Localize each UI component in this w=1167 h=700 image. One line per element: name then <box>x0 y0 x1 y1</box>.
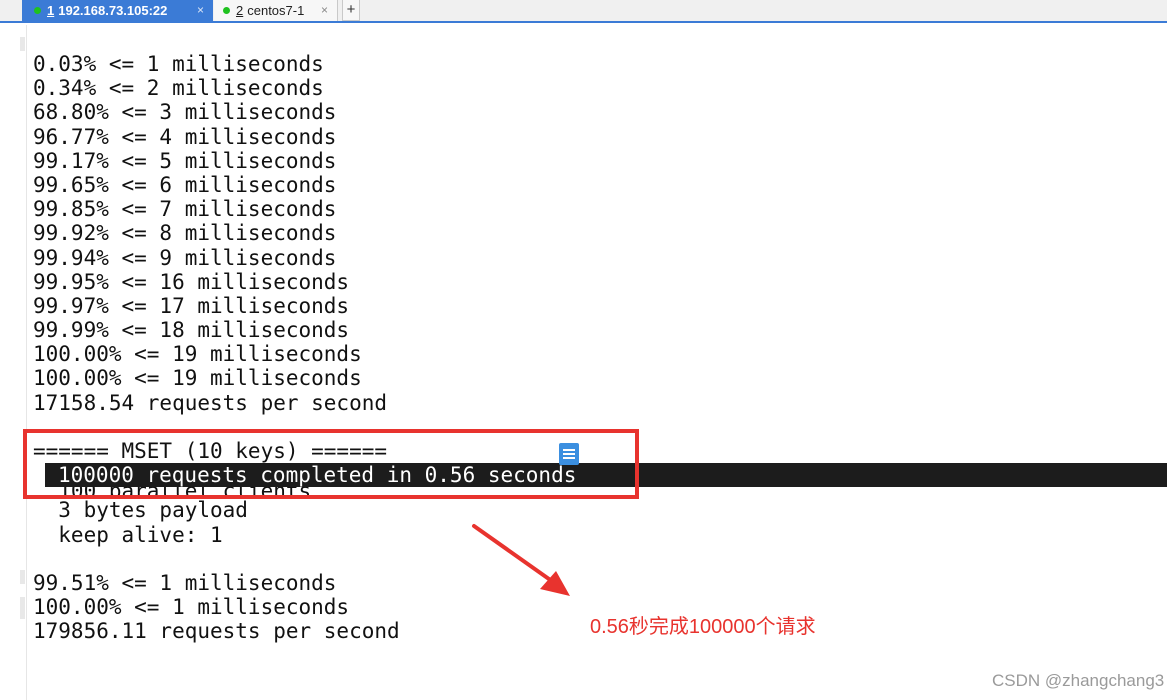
terminal-line: 0.34% <= 2 milliseconds <box>33 76 324 101</box>
terminal-line: 99.17% <= 5 milliseconds <box>33 148 337 173</box>
terminal-line: 100.00% <= 19 milliseconds <box>33 366 362 391</box>
connected-status-icon <box>223 7 230 14</box>
terminal-line: 99.99% <= 18 milliseconds <box>33 318 350 343</box>
gutter-marker <box>20 570 25 584</box>
tab-session-2[interactable]: 2 centos7-1 × <box>214 0 338 21</box>
annotation-arrow-icon <box>472 524 570 596</box>
annotation-text: 0.56秒完成100000个请求 <box>590 616 816 638</box>
terminal-line: 3 bytes payload <box>33 498 248 523</box>
tab-number: 2 <box>236 3 244 18</box>
terminal-line: 99.95% <= 16 milliseconds <box>33 269 350 294</box>
tab-session-1[interactable]: 1 192.168.73.105:22 × <box>22 0 213 21</box>
tab-title: centos7-1 <box>247 3 305 18</box>
gutter-marker <box>20 597 25 619</box>
terminal-line: 99.65% <= 6 milliseconds <box>33 172 337 197</box>
terminal-line: 99.85% <= 7 milliseconds <box>33 197 337 222</box>
left-gutter <box>0 25 27 700</box>
highlight-annotation-box <box>23 429 639 499</box>
terminal-line: 99.97% <= 17 milliseconds <box>33 293 350 318</box>
close-tab-icon[interactable]: × <box>197 3 204 17</box>
terminal-line: 100.00% <= 19 milliseconds <box>33 342 362 367</box>
terminal-line: 99.94% <= 9 milliseconds <box>33 245 337 270</box>
terminal-line: 17158.54 requests per second <box>33 390 388 415</box>
terminal-line: 99.51% <= 1 milliseconds <box>33 570 337 595</box>
watermark-text: CSDN @zhangchang3 <box>992 671 1165 690</box>
note-document-icon[interactable] <box>559 443 579 465</box>
tab-bar: 1 192.168.73.105:22 × 2 centos7-1 × + <box>0 0 1167 23</box>
close-tab-icon[interactable]: × <box>321 3 328 17</box>
terminal-line: 99.92% <= 8 milliseconds <box>33 221 337 246</box>
terminal-line: keep alive: 1 <box>33 522 223 547</box>
tab-number: 1 <box>47 3 55 18</box>
tab-title: 192.168.73.105:22 <box>58 3 168 18</box>
terminal-line: 0.03% <= 1 milliseconds <box>33 52 324 76</box>
terminal-line: 68.80% <= 3 milliseconds <box>33 100 337 125</box>
gutter-marker <box>20 37 25 51</box>
terminal-line: 96.77% <= 4 milliseconds <box>33 124 337 149</box>
terminal-output[interactable]: 0.03% <= 1 milliseconds 0.34% <= 2 millis… <box>33 52 1167 644</box>
new-tab-button[interactable]: + <box>342 0 360 21</box>
connected-status-icon <box>34 7 41 14</box>
